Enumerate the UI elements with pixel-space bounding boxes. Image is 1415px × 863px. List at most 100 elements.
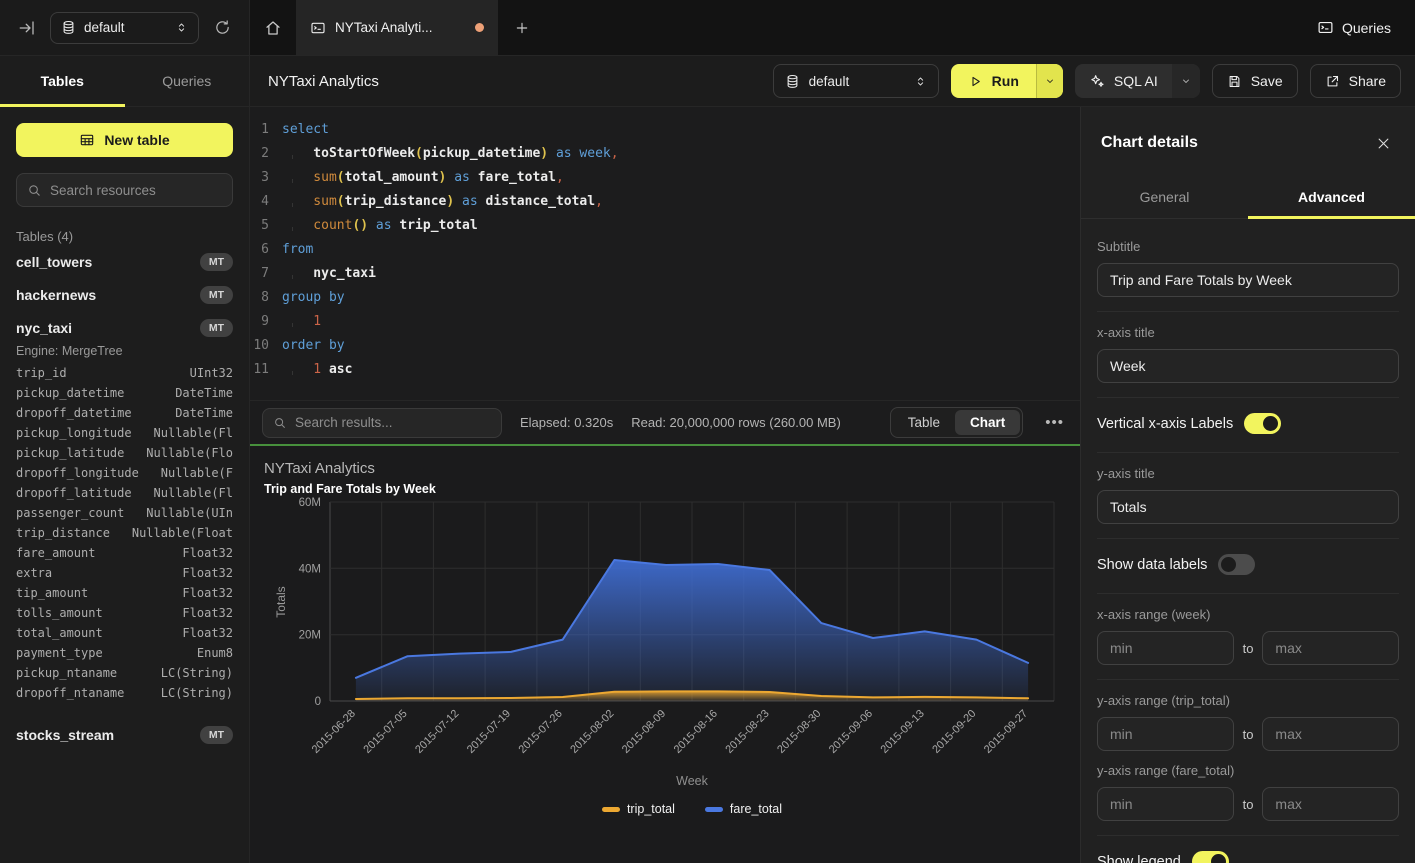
legend-item[interactable]: trip_total xyxy=(602,802,675,816)
y-range-fare-min-input[interactable] xyxy=(1097,787,1234,821)
code-line[interactable]: 10order by xyxy=(250,334,1080,358)
y-range-trip-section: y-axis range (trip_total) to xyxy=(1097,693,1399,757)
column-name: fare_amount xyxy=(16,546,95,566)
results-search[interactable] xyxy=(262,408,502,438)
share-button[interactable]: Share xyxy=(1310,64,1401,98)
subtitle-input[interactable] xyxy=(1097,263,1399,297)
x-axis-title-label: x-axis title xyxy=(1097,325,1399,340)
toolbar-database-selector[interactable]: default xyxy=(773,64,939,98)
table-row[interactable]: nyc_taxiMT xyxy=(16,313,233,343)
svg-text:2015-09-06: 2015-09-06 xyxy=(827,708,875,756)
sidebar-tab-tables[interactable]: Tables xyxy=(0,56,125,106)
code-line[interactable]: 8group by xyxy=(250,286,1080,310)
y-range-fare-max-input[interactable] xyxy=(1262,787,1399,821)
column-row: pickup_datetimeDateTime xyxy=(16,386,233,406)
chart-legend: trip_total fare_total xyxy=(330,802,1054,816)
sparkle-icon xyxy=(1089,73,1105,89)
resources-search-input[interactable] xyxy=(50,183,222,198)
legend-toggle[interactable] xyxy=(1192,851,1229,863)
center-column: 1select2 toStartOfWeek(pickup_datetime) … xyxy=(250,107,1080,863)
code-text: toStartOfWeek(pickup_datetime) as week, xyxy=(282,142,619,166)
tab-advanced[interactable]: Advanced xyxy=(1248,179,1415,218)
plus-icon xyxy=(514,20,530,36)
code-text: sum(trip_distance) as distance_total, xyxy=(282,190,603,214)
code-line[interactable]: 5 count() as trip_total xyxy=(250,214,1080,238)
svg-text:2015-07-19: 2015-07-19 xyxy=(465,708,513,756)
tab-general[interactable]: General xyxy=(1081,179,1248,218)
rows-read: Read: 20,000,000 rows (260.00 MB) xyxy=(631,415,841,430)
tab-nytaxi-analytics[interactable]: NYTaxi Analyti... xyxy=(296,0,498,55)
x-range-min-input[interactable] xyxy=(1097,631,1234,665)
sql-editor[interactable]: 1select2 toStartOfWeek(pickup_datetime) … xyxy=(250,107,1080,400)
sidebar-tab-queries[interactable]: Queries xyxy=(125,56,250,106)
home-button[interactable] xyxy=(250,0,296,55)
table-row[interactable]: hackernewsMT xyxy=(16,280,233,310)
view-toggle-chart[interactable]: Chart xyxy=(955,410,1020,435)
column-name: pickup_datetime xyxy=(16,386,124,406)
code-text: order by xyxy=(282,334,345,358)
results-search-input[interactable] xyxy=(295,415,491,430)
column-type: Float32 xyxy=(182,586,233,606)
sql-ai-button-main[interactable]: SQL AI xyxy=(1075,64,1172,98)
code-line[interactable]: 9 1 xyxy=(250,310,1080,334)
collapse-sidebar-button[interactable] xyxy=(14,15,40,41)
top-bar: default NYTaxi Analyti... Queries xyxy=(0,0,1415,56)
sql-ai-options-button[interactable] xyxy=(1172,64,1200,98)
svg-text:40M: 40M xyxy=(299,563,321,575)
line-number: 1 xyxy=(250,118,282,142)
column-row: dropoff_datetimeDateTime xyxy=(16,406,233,426)
subtitle-section: Subtitle xyxy=(1097,239,1399,312)
new-tab-button[interactable] xyxy=(498,0,546,55)
database-icon xyxy=(785,74,800,89)
engine-badge: MT xyxy=(200,319,233,337)
data-labels-toggle[interactable] xyxy=(1218,554,1255,575)
line-number: 4 xyxy=(250,190,282,214)
column-name: passenger_count xyxy=(16,506,124,526)
view-toggle-table[interactable]: Table xyxy=(893,410,955,435)
refresh-button[interactable] xyxy=(209,15,235,41)
sql-ai-button[interactable]: SQL AI xyxy=(1075,64,1200,98)
x-range-max-input[interactable] xyxy=(1262,631,1399,665)
chart-subtitle: Trip and Fare Totals by Week xyxy=(264,482,1080,496)
x-axis-title-input[interactable] xyxy=(1097,349,1399,383)
resources-search[interactable] xyxy=(16,173,233,207)
collapse-sidebar-icon xyxy=(18,19,36,37)
svg-text:2015-08-30: 2015-08-30 xyxy=(775,708,823,756)
save-button[interactable]: Save xyxy=(1212,64,1298,98)
legend-item[interactable]: fare_total xyxy=(705,802,782,816)
run-button-main[interactable]: Run xyxy=(951,64,1036,98)
main-row: New table Tables (4) cell_towersMThacker… xyxy=(0,107,1415,863)
code-line[interactable]: 2 toStartOfWeek(pickup_datetime) as week… xyxy=(250,142,1080,166)
code-line[interactable]: 7 nyc_taxi xyxy=(250,262,1080,286)
run-button[interactable]: Run xyxy=(951,64,1063,98)
run-options-button[interactable] xyxy=(1036,64,1063,98)
new-table-button[interactable]: New table xyxy=(16,123,233,157)
code-line[interactable]: 11 1 asc xyxy=(250,358,1080,382)
column-name: tip_amount xyxy=(16,586,88,606)
column-type: DateTime xyxy=(175,406,233,426)
code-line[interactable]: 4 sum(trip_distance) as distance_total, xyxy=(250,190,1080,214)
subtitle-label: Subtitle xyxy=(1097,239,1399,254)
y-range-trip-min-input[interactable] xyxy=(1097,717,1234,751)
close-panel-button[interactable] xyxy=(1371,131,1395,155)
table-row[interactable]: cell_towersMT xyxy=(16,247,233,277)
svg-text:2015-07-12: 2015-07-12 xyxy=(413,708,461,756)
vertical-labels-toggle[interactable] xyxy=(1244,413,1281,434)
code-text: 1 xyxy=(282,310,321,334)
database-selector[interactable]: default xyxy=(50,12,199,44)
column-row: passenger_countNullable(UIn xyxy=(16,506,233,526)
code-line[interactable]: 1select xyxy=(250,118,1080,142)
code-line[interactable]: 3 sum(total_amount) as fare_total, xyxy=(250,166,1080,190)
y-axis-title-input[interactable] xyxy=(1097,490,1399,524)
play-icon xyxy=(968,74,983,89)
new-table-button-label: New table xyxy=(104,132,169,148)
code-line[interactable]: 6from xyxy=(250,238,1080,262)
column-type: Float32 xyxy=(182,566,233,586)
second-row: Tables Queries NYTaxi Analytics default … xyxy=(0,56,1415,107)
y-range-trip-max-input[interactable] xyxy=(1262,717,1399,751)
results-more-button[interactable]: ••• xyxy=(1041,414,1068,431)
y-range-fare-to-label: to xyxy=(1243,797,1254,812)
table-row[interactable]: stocks_streamMT xyxy=(16,720,233,750)
code-text: sum(total_amount) as fare_total, xyxy=(282,166,564,190)
queries-button[interactable]: Queries xyxy=(1293,0,1415,55)
